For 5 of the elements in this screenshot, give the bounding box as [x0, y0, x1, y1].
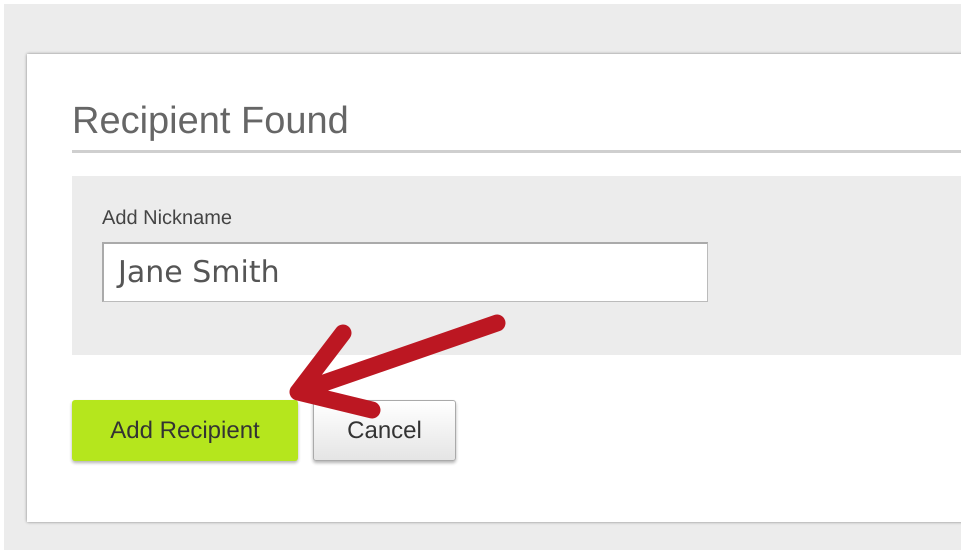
dialog-title: Recipient Found — [72, 98, 961, 153]
add-recipient-button[interactable]: Add Recipient — [72, 400, 298, 461]
field-label: Add Nickname — [102, 207, 232, 230]
cancel-button[interactable]: Cancel — [313, 400, 456, 461]
input-field[interactable]: Jane Smith — [102, 242, 708, 302]
